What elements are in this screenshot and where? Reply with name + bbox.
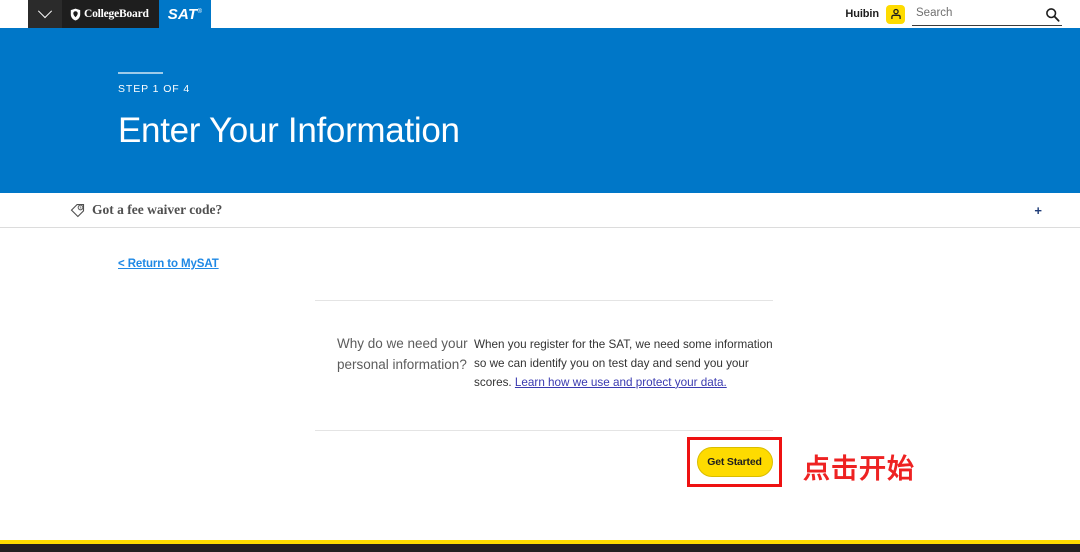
step-indicator: STEP 1 OF 4 <box>118 82 191 95</box>
step-rule-divider <box>118 72 163 74</box>
panel-row: Why do we need your personal information… <box>315 301 773 430</box>
privacy-policy-link[interactable]: Learn how we use and protect your data. <box>515 376 727 389</box>
search-box[interactable] <box>912 3 1062 26</box>
page-root: CollegeBoard SAT® Huibin Search STEP 1 O… <box>0 0 1080 552</box>
acorn-shield-icon <box>70 8 81 20</box>
hero-banner: STEP 1 OF 4 Enter Your Information <box>0 28 1080 193</box>
global-header: CollegeBoard SAT® Huibin <box>0 0 1080 28</box>
fee-waiver-expand-icon[interactable]: + <box>1034 193 1042 227</box>
svg-text:$: $ <box>79 205 81 210</box>
hero-content: STEP 1 OF 4 Enter Your Information <box>118 28 460 150</box>
footer-band <box>0 544 1080 552</box>
page-title: Enter Your Information <box>118 110 460 150</box>
user-name-label: Huibin <box>845 8 879 20</box>
info-question: Why do we need your personal information… <box>337 336 468 372</box>
sat-logo[interactable]: SAT® <box>158 0 212 28</box>
fee-waiver-label: Got a fee waiver code? <box>92 202 223 217</box>
collegeboard-wordmark: CollegeBoard <box>84 8 149 20</box>
sat-wordmark: SAT® <box>167 5 203 23</box>
info-answer: When you register for the SAT, we need s… <box>474 334 773 393</box>
collegeboard-logo[interactable]: CollegeBoard <box>62 0 159 28</box>
get-started-button[interactable]: Get Started <box>696 447 773 477</box>
nav-menu-toggle[interactable] <box>28 0 62 28</box>
panel-bottom-divider <box>315 429 773 431</box>
return-to-mysat-link[interactable]: < Return to MySAT <box>118 258 219 270</box>
annotation-text: 点击开始 <box>803 454 915 485</box>
fee-waiver-bar[interactable]: $ Got a fee waiver code? + <box>0 193 1080 228</box>
search-input[interactable] <box>912 6 1034 21</box>
price-tag-icon: $ <box>70 203 85 217</box>
user-area: Huibin <box>845 0 1080 28</box>
personal-info-panel: Why do we need your personal information… <box>315 300 773 431</box>
get-started-highlight-box: Get Started <box>687 437 782 487</box>
search-icon[interactable] <box>1045 7 1060 22</box>
user-avatar-icon[interactable] <box>886 4 905 24</box>
brand-group: CollegeBoard SAT® <box>28 0 212 28</box>
trademark-mark: ® <box>197 8 203 15</box>
fee-waiver-label-group: $ Got a fee waiver code? <box>70 193 222 227</box>
chevron-down-icon <box>37 4 53 19</box>
